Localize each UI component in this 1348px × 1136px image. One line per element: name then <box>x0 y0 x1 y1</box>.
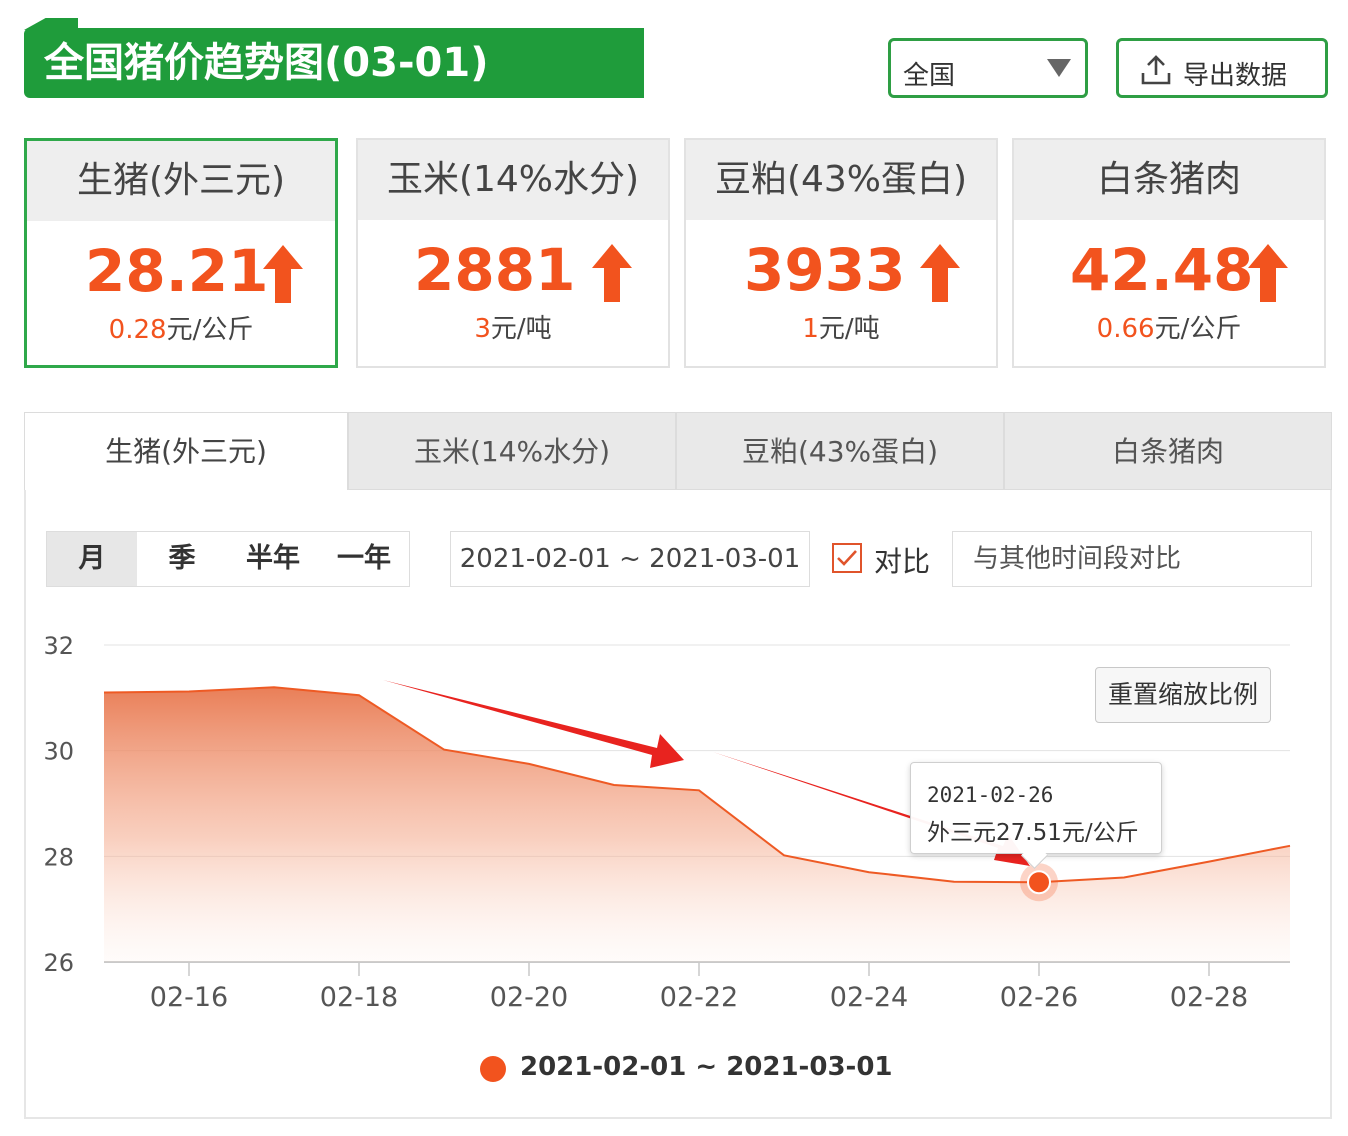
tooltip-value: 外三元27.51元/公斤 <box>927 820 1139 846</box>
reset-zoom-button[interactable]: 重置缩放比例 <box>1095 667 1271 723</box>
y-tick-label: 30 <box>43 738 74 766</box>
x-tick-label: 02-26 <box>1000 982 1078 1013</box>
x-tick-label: 02-16 <box>150 982 228 1013</box>
legend-label: 2021-02-01 ~ 2021-03-01 <box>520 1052 893 1082</box>
x-tick-label: 02-24 <box>830 982 908 1013</box>
legend-swatch <box>480 1056 506 1082</box>
x-tick-label: 02-22 <box>660 982 738 1013</box>
y-tick-label: 32 <box>43 632 74 660</box>
y-tick-label: 28 <box>43 843 74 871</box>
price-trend-chart: 26 28 30 32 02-16 02-18 02-20 02-22 02-24 02-26 02… <box>43 632 1291 1013</box>
tooltip-date: 2021-02-26 <box>927 783 1054 807</box>
x-tick-label: 02-28 <box>1170 982 1248 1013</box>
y-tick-label: 26 <box>43 949 74 977</box>
highlight-point[interactable] <box>1027 870 1051 895</box>
chart-tooltip: 2021-02-26 外三元27.51元/公斤 <box>910 762 1162 854</box>
x-tick-label: 02-18 <box>320 982 398 1013</box>
x-tick-label: 02-20 <box>490 982 568 1013</box>
